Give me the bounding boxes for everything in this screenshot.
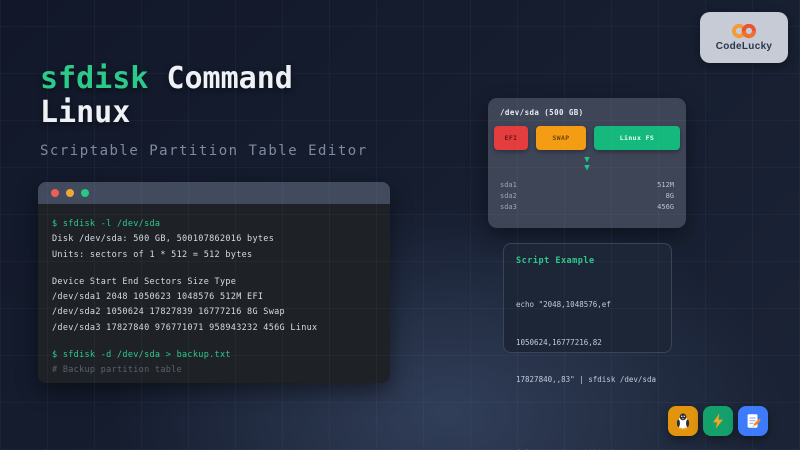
- lightning-button[interactable]: [703, 406, 733, 436]
- terminal-output-line: Device Start End Sectors Size Type: [52, 275, 376, 290]
- terminal-output-line: /dev/sda3 17827840 976771071 958943232 4…: [52, 321, 376, 336]
- title-word: Command: [166, 61, 292, 96]
- terminal-window: $ sfdisk -l /dev/sda Disk /dev/sda: 500 …: [38, 182, 390, 383]
- terminal-titlebar: [38, 182, 390, 204]
- script-example-card: Script Example echo "2048,1048576,ef 105…: [503, 243, 672, 353]
- disk-title: /dev/sda (500 GB): [494, 108, 680, 117]
- linux-penguin-button[interactable]: [668, 406, 698, 436]
- terminal-comment-line: # Backup partition table: [52, 363, 376, 378]
- script-comment-block: # Automated partitioning # EFI + Swap + …: [516, 422, 659, 450]
- partition-size: 512M: [657, 180, 674, 191]
- partition-size-row: sda3 456G: [494, 202, 680, 213]
- partition-name: sda2: [500, 191, 517, 202]
- partition-block-efi: EFI: [494, 126, 528, 150]
- script-comment-line: # Automated partitioning: [516, 447, 659, 450]
- terminal-command-line: $ sfdisk -d /dev/sda > backup.txt: [52, 348, 376, 363]
- partition-size-row: sda2 8G: [494, 191, 680, 202]
- script-code-line: 17827840,,83" | sfdisk /dev/sda: [516, 374, 659, 387]
- title-line-2: Linux: [40, 96, 293, 130]
- partition-size: 8G: [666, 191, 674, 202]
- terminal-command-line: $ sfdisk -l /dev/sda: [52, 217, 376, 232]
- penguin-icon: [674, 412, 692, 430]
- partition-block-linux: Linux FS: [594, 126, 680, 150]
- terminal-output-line: /dev/sda1 2048 1050623 1048576 512M EFI: [52, 290, 376, 305]
- infinity-logo-icon: [728, 23, 760, 39]
- partition-size-list: sda1 512M sda2 8G sda3 456G: [494, 180, 680, 213]
- title-line-1: sfdisk Command: [40, 62, 293, 96]
- terminal-output-line: /dev/sda2 1050624 17827839 16777216 8G S…: [52, 305, 376, 320]
- page-subtitle: Scriptable Partition Table Editor: [40, 143, 368, 159]
- script-code-line: 1050624,16777216,82: [516, 337, 659, 350]
- partition-name: sda3: [500, 202, 517, 213]
- partition-name: sda1: [500, 180, 517, 191]
- partition-size: 456G: [657, 202, 674, 213]
- partition-block-swap: SWAP: [536, 126, 586, 150]
- down-arrows-icon: ▼ ▼: [494, 156, 680, 172]
- lightning-icon: [709, 412, 727, 430]
- partition-bar: EFI SWAP Linux FS: [494, 126, 680, 150]
- terminal-output-line: Disk /dev/sda: 500 GB, 500107862016 byte…: [52, 232, 376, 247]
- title-keyword: sfdisk: [40, 61, 148, 96]
- terminal-output-line: Units: sectors of 1 * 512 = 512 bytes: [52, 248, 376, 263]
- poster-canvas: CodeLucky sfdisk Command Linux Scriptabl…: [0, 0, 800, 450]
- document-edit-button[interactable]: [738, 406, 768, 436]
- close-dot-icon[interactable]: [51, 189, 59, 197]
- page-title: sfdisk Command Linux: [40, 62, 293, 130]
- script-code-line: echo "2048,1048576,ef: [516, 299, 659, 312]
- brand-name: CodeLucky: [716, 41, 773, 52]
- script-example-title: Script Example: [516, 256, 659, 266]
- maximize-dot-icon[interactable]: [81, 189, 89, 197]
- minimize-dot-icon[interactable]: [66, 189, 74, 197]
- document-pencil-icon: [744, 412, 762, 430]
- script-code-block: echo "2048,1048576,ef 1050624,16777216,8…: [516, 274, 659, 412]
- brand-card: CodeLucky: [700, 12, 788, 63]
- disk-diagram-card: /dev/sda (500 GB) EFI SWAP Linux FS ▼ ▼ …: [488, 98, 686, 228]
- partition-size-row: sda1 512M: [494, 180, 680, 191]
- terminal-output: $ sfdisk -l /dev/sda Disk /dev/sda: 500 …: [38, 204, 390, 383]
